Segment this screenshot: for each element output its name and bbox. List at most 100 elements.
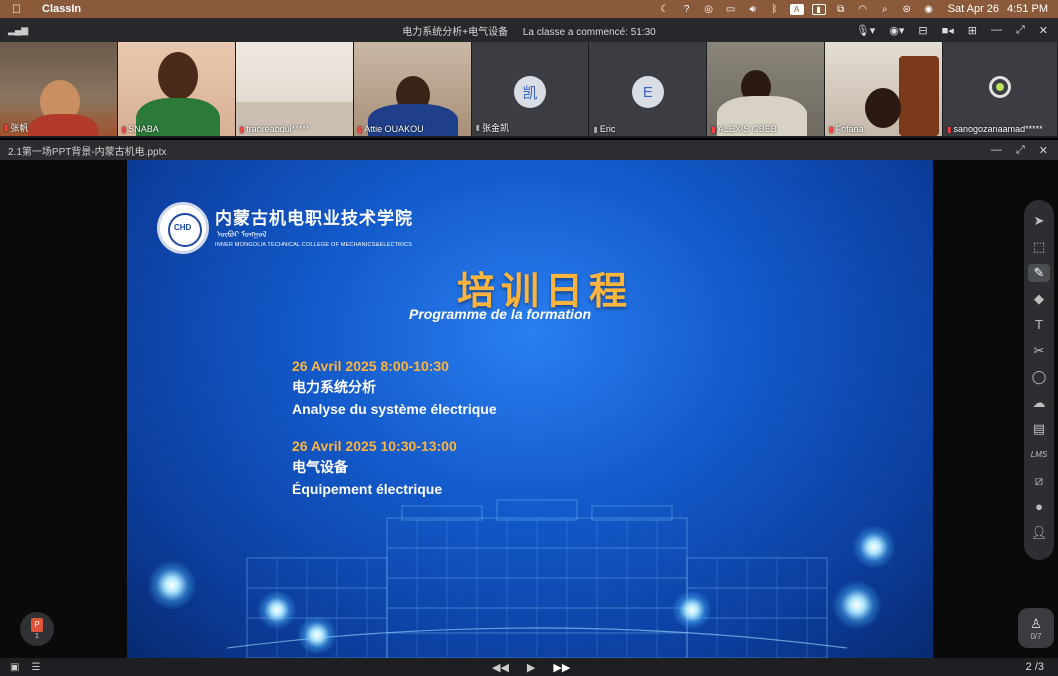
pointer-icon[interactable]: ➤ xyxy=(1028,212,1050,230)
mic-muted-icon: ▮ xyxy=(4,123,9,132)
notes-icon[interactable]: ☰ xyxy=(31,662,40,673)
text-icon[interactable]: T xyxy=(1028,316,1050,334)
close-icon[interactable]: ✕ xyxy=(1039,24,1048,37)
volume-icon[interactable]: 🔊︎ xyxy=(742,4,764,15)
participant-tile[interactable]: E ▮ Eric xyxy=(589,42,707,136)
participant-name: ▮ ALEXIS GBEB xyxy=(711,124,777,134)
participant-name: ▮ 张帆 xyxy=(4,123,29,133)
ppt-icon: P xyxy=(31,618,43,632)
mic-muted-icon: ▮ xyxy=(711,124,716,134)
apple-icon[interactable]:  xyxy=(12,2,26,16)
mac-menu-bar:  ClassIn ☾ ? ◎ ▭ 🔊︎ ᛒ A ▮ ⧉ ◠ ⌕ ⊜ ◉ Sat… xyxy=(0,0,1058,18)
menubar-time[interactable]: 4:51 PM xyxy=(1007,3,1048,15)
menu-extras: ☾ ? ◎ ▭ 🔊︎ ᛒ A ▮ ⧉ ◠ ⌕ ⊜ ◉ Sat Apr 26 4:… xyxy=(654,3,1058,15)
signal-icon: ▂▄▆ xyxy=(8,24,29,35)
schedule-topic-fr: Équipement électrique xyxy=(292,481,443,497)
schedule-item: 26 Avril 2025 8:00-10:30 电力系统分析 Analyse … xyxy=(292,358,497,417)
input-source-icon[interactable]: A xyxy=(789,3,804,15)
shape-icon[interactable]: ◯ xyxy=(1028,368,1050,386)
moon-icon[interactable]: ☾ xyxy=(654,4,676,15)
presentation-slide[interactable]: 内蒙古机电职业技术学院 ᠥᠪᠦᠷ ᠮᠣᠩᠭᠣᠯ INNER MONGOLIA T… xyxy=(127,160,933,658)
participant-tile[interactable]: ▮ 张帆 xyxy=(0,42,117,136)
light-glow xyxy=(832,580,882,630)
schedule-topic-fr: Analyse du système électrique xyxy=(292,401,497,417)
link-icon[interactable]: ⧉ xyxy=(830,4,852,15)
participant-tile[interactable]: ▮ Attie OUAKOU xyxy=(353,42,471,136)
airdrop-icon[interactable]: ◎ xyxy=(698,4,720,15)
course-title: 电力系统分析+电气设备 xyxy=(402,26,509,38)
schedule-time: 26 Avril 2025 8:00-10:30 xyxy=(292,358,449,374)
light-glow xyxy=(257,590,297,630)
whiteboard-toolbar: ➤ ⬚ ✎ ◆ T ✂ ◯ ☁ ▤ LMS ⧄ ● 👤︎ xyxy=(1024,200,1054,560)
users-icon[interactable]: 👤︎ xyxy=(1028,524,1050,542)
layout-grid-icon[interactable]: ⊞ xyxy=(968,24,977,37)
seat-button[interactable]: ♙ 0/7 xyxy=(1018,608,1054,648)
participant-body xyxy=(28,114,98,136)
app-name[interactable]: ClassIn xyxy=(42,3,81,15)
speaker-icon[interactable]: ◉▾ xyxy=(889,24,904,37)
participant-tile[interactable]: 凯 ▮ 张金凯 xyxy=(471,42,589,136)
mic-muted-icon: ▮ xyxy=(239,124,245,134)
seat-count: 0/7 xyxy=(1030,631,1042,641)
siri-icon[interactable]: ◉ xyxy=(918,4,940,15)
mic-muted-icon: ▮ xyxy=(121,124,127,134)
participant-tile[interactable]: ▮ Fofana xyxy=(825,42,943,136)
participant-video-strip: ▮ 张帆 ▮ SNABA ▮ traoreabdul***** ▮ Attie OUAK… xyxy=(0,42,1058,138)
select-icon[interactable]: ⬚ xyxy=(1028,238,1050,256)
light-glow xyxy=(852,525,896,569)
ppt-file-button[interactable]: P 1 xyxy=(20,612,54,646)
menubar-date[interactable]: Sat Apr 26 xyxy=(948,3,999,15)
previous-slide-icon[interactable]: ◀◀ xyxy=(492,661,509,674)
close-icon[interactable]: ✕ xyxy=(1039,144,1048,157)
wifi-icon[interactable]: ◠ xyxy=(852,4,874,15)
participant-face xyxy=(865,88,902,128)
ppt-count: 1 xyxy=(35,633,39,640)
display-icon[interactable]: ▭ xyxy=(720,4,742,15)
participant-background xyxy=(899,56,940,136)
help-icon[interactable]: ? xyxy=(676,4,698,15)
participant-tile[interactable]: ▮ ALEXIS GBEB xyxy=(707,42,825,136)
document-window-controls: — ⤢ ✕ xyxy=(991,144,1058,157)
search-icon[interactable]: ⌕ xyxy=(874,4,896,15)
fullscreen-icon[interactable]: ⤢ xyxy=(1016,144,1025,157)
pen-icon[interactable]: ✎ xyxy=(1028,264,1050,282)
edit-icon[interactable]: ⧄ xyxy=(1028,472,1050,490)
chat-icon[interactable]: ● xyxy=(1028,498,1050,516)
participant-avatar: 凯 xyxy=(514,76,546,108)
participant-tile[interactable]: ▮ sanogozanaamad***** xyxy=(943,42,1058,136)
microphone-icon[interactable]: 🎙︎▾ xyxy=(856,24,876,37)
battery-icon[interactable]: ▮ xyxy=(811,3,826,15)
lms-icon[interactable]: LMS xyxy=(1028,446,1050,464)
class-title-bar: ▂▄▆ 电力系统分析+电气设备 La classe a commencé: 51… xyxy=(0,18,1058,42)
camera-icon[interactable]: ■◂ xyxy=(942,24,954,37)
mic-muted-icon: ▮ xyxy=(475,123,480,132)
cloud-icon[interactable]: ☁ xyxy=(1028,394,1050,412)
participant-name: ▮ traoreabdul***** xyxy=(239,124,310,134)
minimize-icon[interactable]: — xyxy=(991,144,1002,157)
mic-muted-icon: ▮ xyxy=(829,124,834,134)
control-center-icon[interactable]: ⊜ xyxy=(896,4,918,15)
light-glow xyxy=(672,590,712,630)
participant-tile[interactable]: ▮ SNABA xyxy=(117,42,235,136)
participant-name: ▮ SNABA xyxy=(121,124,159,134)
participant-name: ▮ sanogozanaamad***** xyxy=(947,124,1043,134)
schedule-topic-zh: 电气设备 xyxy=(292,459,348,475)
toolbox-icon[interactable]: ▤ xyxy=(1028,420,1050,438)
fullscreen-icon[interactable]: ⤢ xyxy=(1016,24,1025,37)
settings-toggle-icon[interactable]: ⊟ xyxy=(918,24,927,37)
school-name-mongolian: ᠥᠪᠦᠷ ᠮᠣᠩᠭᠣᠯ xyxy=(217,230,267,239)
document-filename: 2.1第一场PPT背景-内蒙古机电.pptx xyxy=(8,146,167,158)
next-slide-icon[interactable]: ▶▶ xyxy=(553,661,570,674)
eraser-icon[interactable]: ◆ xyxy=(1028,290,1050,308)
minimize-icon[interactable]: — xyxy=(991,24,1002,37)
seat-icon: ♙ xyxy=(1030,615,1042,631)
play-icon[interactable]: ▶ xyxy=(527,661,535,674)
scissors-icon[interactable]: ✂ xyxy=(1028,342,1050,360)
light-glow xyxy=(297,615,337,655)
participant-tile[interactable]: ▮ traoreabdul***** xyxy=(235,42,353,136)
sidebar-toggle-icon[interactable]: ▣ xyxy=(10,662,19,673)
light-glow xyxy=(147,560,197,610)
participant-name: ▮ Fofana xyxy=(829,124,864,134)
bluetooth-icon[interactable]: ᛒ xyxy=(764,4,786,15)
camera-off-icon xyxy=(989,76,1012,98)
